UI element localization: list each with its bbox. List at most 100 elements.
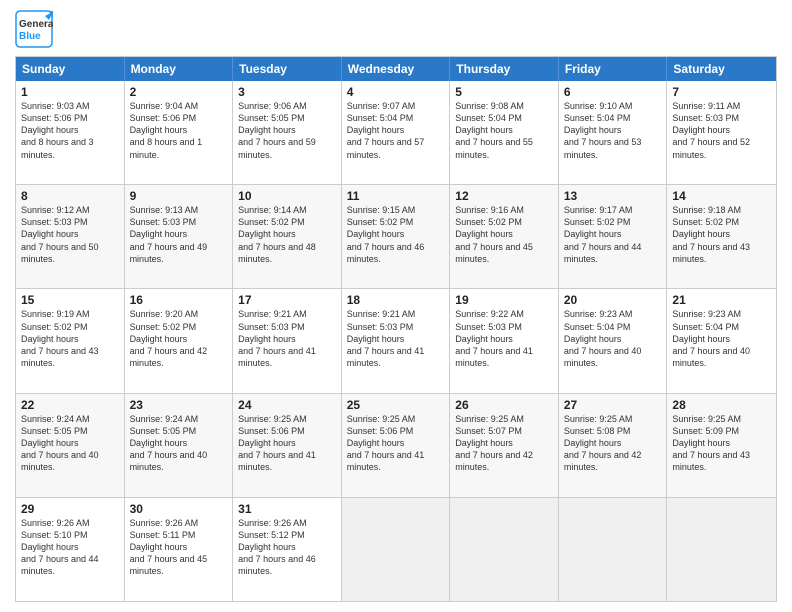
day-cell-18: 18Sunrise: 9:21 AMSunset: 5:03 PMDayligh…: [342, 289, 451, 392]
day-number: 6: [564, 85, 662, 99]
day-info: Sunrise: 9:21 AMSunset: 5:03 PMDaylight …: [238, 309, 316, 368]
day-info: Sunrise: 9:25 AMSunset: 5:09 PMDaylight …: [672, 414, 750, 473]
header-cell-thursday: Thursday: [450, 57, 559, 81]
calendar-container: General Blue SundayMondayTuesdayWednesda…: [0, 0, 792, 612]
empty-cell: [667, 498, 776, 601]
day-number: 25: [347, 398, 445, 412]
calendar-row-5: 29 Sunrise: 9:26 AMSunset: 5:10 PMDayligh…: [16, 497, 776, 601]
day-number: 1: [21, 85, 119, 99]
day-cell-13: 13 Sunrise: 9:17 AMSunset: 5:02 PMDayligh…: [559, 185, 668, 288]
day-info: Sunrise: 9:26 AMSunset: 5:12 PMDaylight …: [238, 518, 316, 577]
header-cell-saturday: Saturday: [667, 57, 776, 81]
day-cell-14: 14Sunrise: 9:18 AMSunset: 5:02 PMDayligh…: [667, 185, 776, 288]
header-cell-sunday: Sunday: [16, 57, 125, 81]
day-cell-3: 3Sunrise: 9:06 AMSunset: 5:05 PMDaylight…: [233, 81, 342, 184]
day-number: 16: [130, 293, 228, 307]
day-cell-25: 25 Sunrise: 9:25 AMSunset: 5:06 PMDayligh…: [342, 394, 451, 497]
day-info: Sunrise: 9:16 AMSunset: 5:02 PMDaylight …: [455, 205, 533, 264]
day-number: 21: [672, 293, 771, 307]
day-info: Sunrise: 9:10 AMSunset: 5:04 PMDaylight …: [564, 101, 642, 160]
day-number: 28: [672, 398, 771, 412]
day-number: 7: [672, 85, 771, 99]
day-number: 2: [130, 85, 228, 99]
day-cell-26: 26 Sunrise: 9:25 AMSunset: 5:07 PMDayligh…: [450, 394, 559, 497]
day-number: 23: [130, 398, 228, 412]
day-cell-15: 15 Sunrise: 9:19 AMSunset: 5:02 PMDayligh…: [16, 289, 125, 392]
day-cell-19: 19Sunrise: 9:22 AMSunset: 5:03 PMDayligh…: [450, 289, 559, 392]
day-info: Sunrise: 9:13 AMSunset: 5:03 PMDaylight …: [130, 205, 208, 264]
day-info: Sunrise: 9:26 AMSunset: 5:10 PMDaylight …: [21, 518, 99, 577]
calendar-body: 1 Sunrise: 9:03 AMSunset: 5:06 PMDaylight…: [16, 81, 776, 601]
day-cell-11: 11 Sunrise: 9:15 AMSunset: 5:02 PMDayligh…: [342, 185, 451, 288]
empty-cell: [450, 498, 559, 601]
header-cell-monday: Monday: [125, 57, 234, 81]
day-number: 26: [455, 398, 553, 412]
day-info: Sunrise: 9:26 AMSunset: 5:11 PMDaylight …: [130, 518, 208, 577]
day-cell-29: 29 Sunrise: 9:26 AMSunset: 5:10 PMDayligh…: [16, 498, 125, 601]
day-number: 12: [455, 189, 553, 203]
svg-text:General: General: [19, 19, 53, 30]
header-cell-friday: Friday: [559, 57, 668, 81]
day-cell-27: 27Sunrise: 9:25 AMSunset: 5:08 PMDayligh…: [559, 394, 668, 497]
day-number: 29: [21, 502, 119, 516]
day-cell-12: 12 Sunrise: 9:16 AMSunset: 5:02 PMDayligh…: [450, 185, 559, 288]
day-info: Sunrise: 9:25 AMSunset: 5:06 PMDaylight …: [347, 414, 425, 473]
day-number: 3: [238, 85, 336, 99]
day-cell-16: 16 Sunrise: 9:20 AMSunset: 5:02 PMDayligh…: [125, 289, 234, 392]
day-number: 11: [347, 189, 445, 203]
day-info: Sunrise: 9:25 AMSunset: 5:07 PMDaylight …: [455, 414, 533, 473]
day-number: 9: [130, 189, 228, 203]
day-number: 13: [564, 189, 662, 203]
day-info: Sunrise: 9:25 AMSunset: 5:06 PMDaylight …: [238, 414, 316, 473]
day-info: Sunrise: 9:20 AMSunset: 5:02 PMDaylight …: [130, 309, 208, 368]
logo-icon: General Blue: [15, 10, 53, 48]
day-cell-31: 31 Sunrise: 9:26 AMSunset: 5:12 PMDayligh…: [233, 498, 342, 601]
day-number: 20: [564, 293, 662, 307]
day-info: Sunrise: 9:24 AMSunset: 5:05 PMDaylight …: [130, 414, 208, 473]
day-cell-8: 8 Sunrise: 9:12 AMSunset: 5:03 PMDaylight…: [16, 185, 125, 288]
calendar-row-2: 8 Sunrise: 9:12 AMSunset: 5:03 PMDaylight…: [16, 184, 776, 288]
day-cell-28: 28 Sunrise: 9:25 AMSunset: 5:09 PMDayligh…: [667, 394, 776, 497]
calendar-row-3: 15 Sunrise: 9:19 AMSunset: 5:02 PMDayligh…: [16, 288, 776, 392]
day-cell-24: 24Sunrise: 9:25 AMSunset: 5:06 PMDayligh…: [233, 394, 342, 497]
page-header: General Blue: [15, 10, 777, 48]
day-number: 8: [21, 189, 119, 203]
day-cell-22: 22Sunrise: 9:24 AMSunset: 5:05 PMDayligh…: [16, 394, 125, 497]
header-cell-wednesday: Wednesday: [342, 57, 451, 81]
day-info: Sunrise: 9:03 AMSunset: 5:06 PMDaylight …: [21, 101, 94, 160]
day-number: 5: [455, 85, 553, 99]
calendar-header: SundayMondayTuesdayWednesdayThursdayFrid…: [16, 57, 776, 81]
day-info: Sunrise: 9:23 AMSunset: 5:04 PMDaylight …: [564, 309, 642, 368]
calendar-grid: SundayMondayTuesdayWednesdayThursdayFrid…: [15, 56, 777, 602]
day-info: Sunrise: 9:17 AMSunset: 5:02 PMDaylight …: [564, 205, 642, 264]
svg-text:Blue: Blue: [19, 31, 41, 42]
day-cell-7: 7 Sunrise: 9:11 AMSunset: 5:03 PMDaylight…: [667, 81, 776, 184]
day-info: Sunrise: 9:19 AMSunset: 5:02 PMDaylight …: [21, 309, 99, 368]
day-info: Sunrise: 9:24 AMSunset: 5:05 PMDaylight …: [21, 414, 99, 473]
day-number: 31: [238, 502, 336, 516]
day-info: Sunrise: 9:18 AMSunset: 5:02 PMDaylight …: [672, 205, 750, 264]
empty-cell: [559, 498, 668, 601]
header-cell-tuesday: Tuesday: [233, 57, 342, 81]
day-cell-17: 17Sunrise: 9:21 AMSunset: 5:03 PMDayligh…: [233, 289, 342, 392]
day-cell-6: 6 Sunrise: 9:10 AMSunset: 5:04 PMDaylight…: [559, 81, 668, 184]
day-info: Sunrise: 9:11 AMSunset: 5:03 PMDaylight …: [672, 101, 750, 160]
day-cell-30: 30Sunrise: 9:26 AMSunset: 5:11 PMDayligh…: [125, 498, 234, 601]
day-info: Sunrise: 9:12 AMSunset: 5:03 PMDaylight …: [21, 205, 99, 264]
day-info: Sunrise: 9:25 AMSunset: 5:08 PMDaylight …: [564, 414, 642, 473]
day-cell-2: 2 Sunrise: 9:04 AMSunset: 5:06 PMDaylight…: [125, 81, 234, 184]
day-cell-21: 21 Sunrise: 9:23 AMSunset: 5:04 PMDayligh…: [667, 289, 776, 392]
day-info: Sunrise: 9:15 AMSunset: 5:02 PMDaylight …: [347, 205, 425, 264]
day-cell-1: 1 Sunrise: 9:03 AMSunset: 5:06 PMDaylight…: [16, 81, 125, 184]
day-cell-9: 9 Sunrise: 9:13 AMSunset: 5:03 PMDaylight…: [125, 185, 234, 288]
day-info: Sunrise: 9:04 AMSunset: 5:06 PMDaylight …: [130, 101, 203, 160]
calendar-row-1: 1 Sunrise: 9:03 AMSunset: 5:06 PMDaylight…: [16, 81, 776, 184]
empty-cell: [342, 498, 451, 601]
day-info: Sunrise: 9:08 AMSunset: 5:04 PMDaylight …: [455, 101, 533, 160]
day-info: Sunrise: 9:23 AMSunset: 5:04 PMDaylight …: [672, 309, 750, 368]
day-number: 15: [21, 293, 119, 307]
day-info: Sunrise: 9:07 AMSunset: 5:04 PMDaylight …: [347, 101, 425, 160]
day-number: 19: [455, 293, 553, 307]
day-cell-23: 23 Sunrise: 9:24 AMSunset: 5:05 PMDayligh…: [125, 394, 234, 497]
day-number: 4: [347, 85, 445, 99]
